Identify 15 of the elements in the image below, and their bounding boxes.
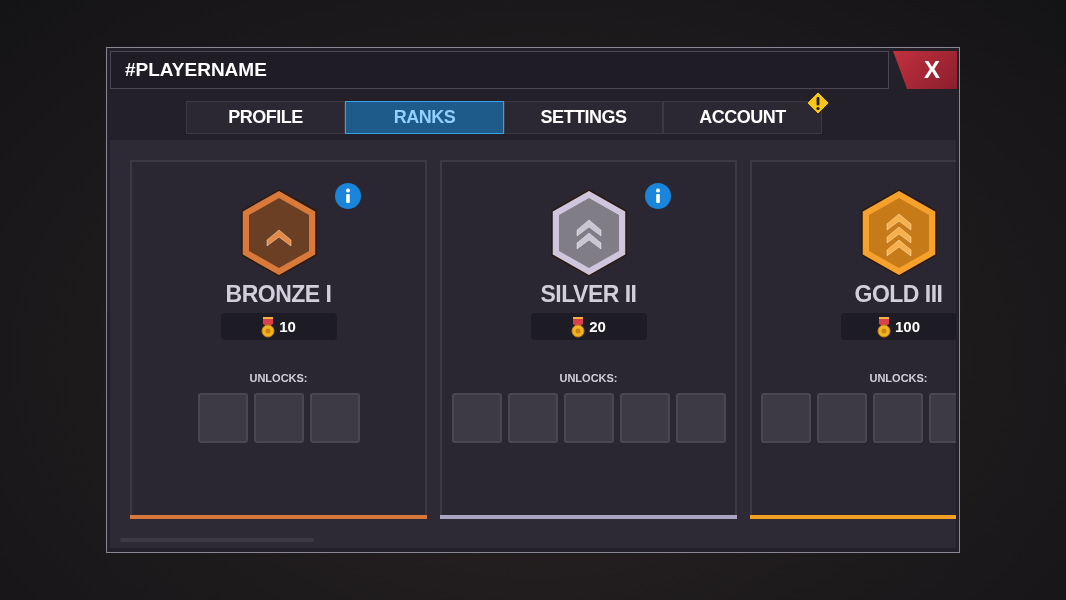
unlocks-label: UNLOCKS: (249, 372, 308, 384)
tab[interactable]: RANKS (345, 101, 504, 134)
close-button[interactable]: X (893, 51, 957, 89)
unlocks-label: UNLOCKS: (559, 372, 618, 384)
tab[interactable]: ACCOUNT (663, 101, 822, 134)
rank-name: BRONZE I (225, 281, 332, 308)
points-value: 100 (895, 318, 920, 335)
points-value: 20 (589, 318, 606, 335)
tab[interactable]: PROFILE (186, 101, 345, 134)
unlocks-label: UNLOCKS: (869, 372, 928, 384)
tab[interactable]: SETTINGS (504, 101, 663, 134)
rank-name: SILVER II (540, 281, 637, 308)
points-value: 10 (279, 318, 296, 335)
window-title: #PLAYERNAME (110, 51, 889, 89)
rank-name: GOLD III (854, 281, 943, 308)
